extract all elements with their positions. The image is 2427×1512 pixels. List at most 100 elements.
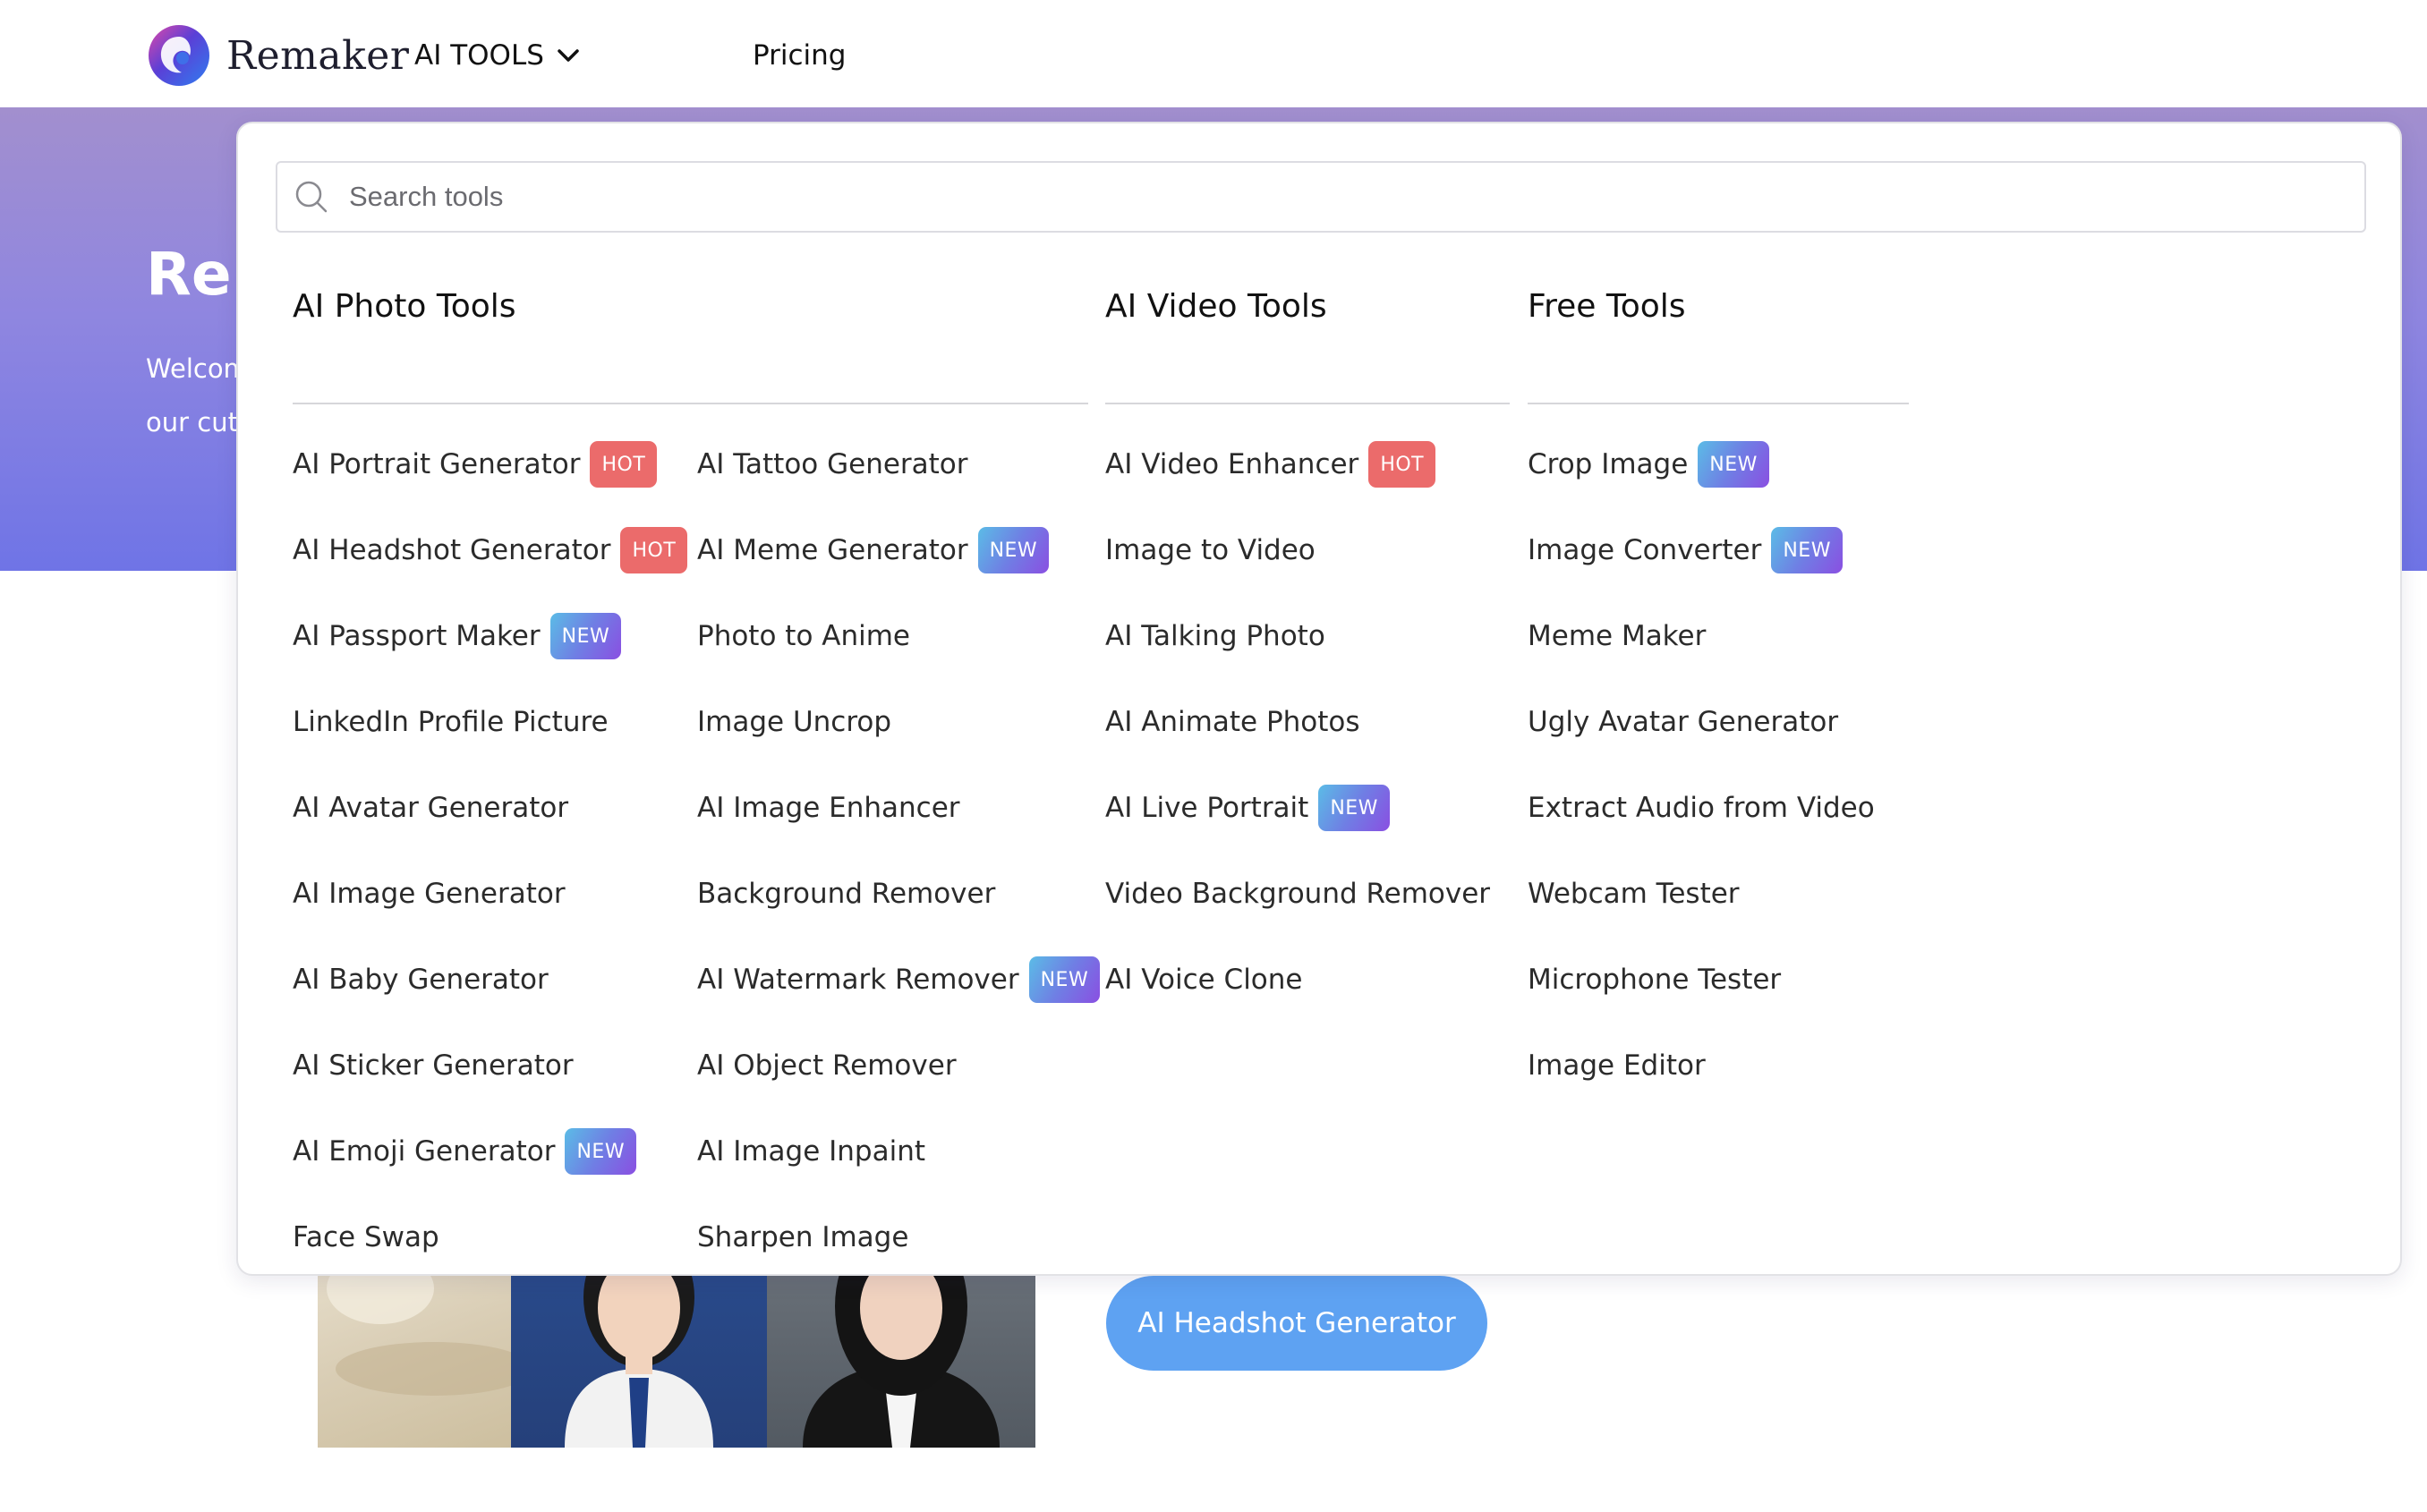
new-badge: NEW [1318,785,1390,831]
tool-link-image-uncrop[interactable]: Image Uncrop [697,698,891,746]
remaker-logo [149,25,209,86]
tool-link-ai-meme-generator[interactable]: AI Meme Generator NEW [697,526,1050,574]
tool-link-label: AI Sticker Generator [293,1049,574,1082]
tool-link-ai-image-generator[interactable]: AI Image Generator [293,870,566,918]
tool-link-extract-audio-from-video[interactable]: Extract Audio from Video [1528,784,1875,832]
tool-link-linkedin-profile-picture[interactable]: LinkedIn Profile Picture [293,698,609,746]
tool-link-label: AI Live Portrait [1105,792,1309,824]
tool-link-label: AI Talking Photo [1105,620,1325,652]
tool-link-ai-live-portrait[interactable]: AI Live Portrait NEW [1105,784,1390,832]
new-badge: NEW [1028,956,1101,1003]
hot-badge: HOT [590,441,658,488]
tool-link-label: Ugly Avatar Generator [1528,706,1839,738]
new-badge: NEW [977,527,1050,573]
tool-link-ai-baby-generator[interactable]: AI Baby Generator [293,956,549,1004]
tool-link-image-converter[interactable]: Image Converter NEW [1528,526,1843,574]
section-divider-video [1105,403,1510,404]
tool-link-ugly-avatar-generator[interactable]: Ugly Avatar Generator [1528,698,1838,746]
tool-link-meme-maker[interactable]: Meme Maker [1528,612,1706,660]
new-badge: NEW [549,613,622,659]
tool-link-face-swap[interactable]: Face Swap [293,1213,439,1261]
tool-link-label: Image to Video [1105,534,1316,566]
hot-badge: HOT [1368,441,1436,488]
tool-link-label: Extract Audio from Video [1528,792,1875,824]
section-title-ai-photo-tools: AI Photo Tools [293,288,516,325]
tool-link-ai-image-enhancer[interactable]: AI Image Enhancer [697,784,960,832]
nav-pricing-link[interactable]: Pricing [753,39,847,72]
tool-link-label: Microphone Tester [1528,964,1782,996]
tool-link-label: AI Watermark Remover [697,964,1019,996]
tool-link-label: AI Video Enhancer [1105,448,1359,480]
nav-ai-tools-menu[interactable]: AI TOOLS [414,38,580,73]
tool-link-label: Video Background Remover [1105,878,1491,910]
ai-tools-dropdown: AI Photo Tools AI Video Tools Free Tools… [236,122,2402,1276]
brand-name: Remaker [226,32,410,79]
tool-link-ai-talking-photo[interactable]: AI Talking Photo [1105,612,1325,660]
hero-subtitle-line-1: Welcom [146,353,249,384]
tool-link-microphone-tester[interactable]: Microphone Tester [1528,956,1781,1004]
tool-link-label: AI Animate Photos [1105,706,1360,738]
search-icon [295,181,328,213]
brand[interactable]: Remaker [148,24,409,87]
tool-link-ai-tattoo-generator[interactable]: AI Tattoo Generator [697,440,968,488]
tool-link-image-to-video[interactable]: Image to Video [1105,526,1316,574]
section-divider-free [1528,403,1909,404]
tool-link-label: AI Object Remover [697,1049,957,1082]
search-input[interactable] [347,170,2316,224]
section-divider-photo [293,403,1088,404]
tool-link-label: Photo to Anime [697,620,910,652]
tool-link-label: Sharpen Image [697,1221,909,1253]
tool-link-label: Image Converter [1528,534,1762,566]
new-badge: NEW [1698,441,1769,488]
hot-badge: HOT [620,527,688,573]
tool-link-label: Face Swap [293,1221,439,1253]
tool-link-ai-image-inpaint[interactable]: AI Image Inpaint [697,1127,925,1176]
tool-link-label: AI Meme Generator [697,534,968,566]
tool-link-ai-animate-photos[interactable]: AI Animate Photos [1105,698,1360,746]
tool-link-crop-image[interactable]: Crop Image NEW [1528,440,1769,488]
new-badge: NEW [1771,527,1843,573]
tool-link-ai-emoji-generator[interactable]: AI Emoji Generator NEW [293,1127,637,1176]
tool-link-label: Crop Image [1528,448,1689,480]
tool-link-ai-watermark-remover[interactable]: AI Watermark Remover NEW [697,956,1101,1004]
tool-link-ai-video-enhancer[interactable]: AI Video Enhancer HOT [1105,440,1436,488]
tool-link-label: Meme Maker [1528,620,1707,652]
chevron-down-icon [558,49,579,62]
tool-link-background-remover[interactable]: Background Remover [697,870,995,918]
tool-link-label: LinkedIn Profile Picture [293,706,609,738]
tool-link-label: AI Image Inpaint [697,1135,926,1168]
search-box[interactable] [276,161,2366,233]
section-title-ai-video-tools: AI Video Tools [1105,288,1327,325]
tool-link-webcam-tester[interactable]: Webcam Tester [1528,870,1740,918]
tool-link-video-background-remover[interactable]: Video Background Remover [1105,870,1490,918]
top-navbar: Remaker AI TOOLS Pricing [0,0,2427,107]
tool-link-label: AI Avatar Generator [293,792,569,824]
tool-link-label: AI Emoji Generator [293,1135,556,1168]
tool-link-ai-passport-maker[interactable]: AI Passport Maker NEW [293,612,622,660]
tool-link-sharpen-image[interactable]: Sharpen Image [697,1213,908,1261]
tool-link-label: AI Image Generator [293,878,566,910]
tool-link-label: AI Image Enhancer [697,792,960,824]
tool-link-label: AI Baby Generator [293,964,549,996]
tool-link-image-editor[interactable]: Image Editor [1528,1041,1706,1090]
tool-link-label: Background Remover [697,878,996,910]
tool-link-label: AI Tattoo Generator [697,448,968,480]
tool-link-ai-avatar-generator[interactable]: AI Avatar Generator [293,784,568,832]
tool-link-label: AI Passport Maker [293,620,541,652]
tool-link-label: Image Editor [1528,1049,1706,1082]
tool-link-ai-object-remover[interactable]: AI Object Remover [697,1041,957,1090]
tool-link-label: AI Headshot Generator [293,534,611,566]
tool-link-label: Image Uncrop [697,706,892,738]
tool-link-ai-voice-clone[interactable]: AI Voice Clone [1105,956,1303,1004]
hero-subtitle-line-2: our cut [146,407,238,437]
nav-ai-tools-label: AI TOOLS [414,39,544,72]
tool-link-label: Webcam Tester [1528,878,1740,910]
section-title-free-tools: Free Tools [1528,288,1686,325]
new-badge: NEW [565,1128,637,1175]
tool-link-photo-to-anime[interactable]: Photo to Anime [697,612,910,660]
headshot-generator-cta-button[interactable]: AI Headshot Generator [1106,1276,1487,1371]
tool-link-ai-portrait-generator[interactable]: AI Portrait Generator HOT [293,440,658,488]
tool-link-label: AI Portrait Generator [293,448,581,480]
tool-link-ai-sticker-generator[interactable]: AI Sticker Generator [293,1041,574,1090]
tool-link-ai-headshot-generator[interactable]: AI Headshot Generator HOT [293,526,688,574]
